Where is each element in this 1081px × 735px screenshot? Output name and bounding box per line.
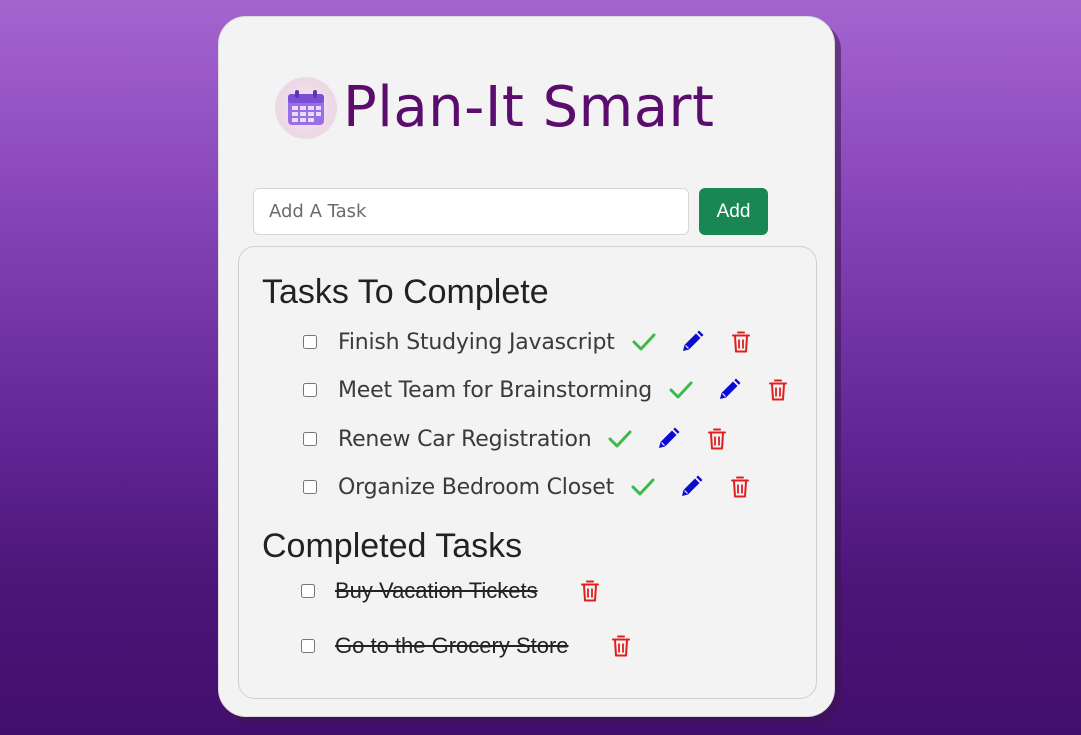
check-icon[interactable]	[632, 332, 656, 352]
completed-task-label: Buy Vacation Tickets	[335, 578, 538, 603]
todo-task-row: Renew Car Registration	[303, 424, 727, 454]
trash-icon[interactable]	[731, 476, 750, 498]
task-label: Renew Car Registration	[338, 426, 592, 452]
pencil-icon[interactable]	[680, 330, 704, 354]
task-label: Finish Studying Javascript	[338, 329, 615, 355]
todo-task-row: Organize Bedroom Closet	[303, 472, 750, 502]
trash-icon[interactable]	[731, 331, 750, 353]
check-icon[interactable]	[631, 477, 655, 497]
task-checkbox[interactable]	[303, 480, 317, 494]
add-task-row: Add	[253, 188, 768, 235]
task-checkbox[interactable]	[303, 335, 317, 349]
app-logo: Plan-It Smart	[275, 73, 715, 143]
trash-icon[interactable]	[769, 379, 787, 401]
completed-tasks-heading: Completed Tasks	[262, 527, 523, 565]
task-checkbox[interactable]	[303, 383, 317, 397]
task-label: Meet Team for Brainstorming	[338, 377, 652, 403]
completed-task-label: Go to the Grocery Store	[335, 633, 569, 658]
todo-task-row: Finish Studying Javascript	[303, 327, 750, 357]
pencil-icon[interactable]	[679, 475, 703, 499]
completed-task-row: Go to the Grocery Store	[301, 631, 630, 661]
add-task-input[interactable]	[253, 188, 689, 235]
completed-task-row: Buy Vacation Tickets	[301, 576, 599, 606]
task-checkbox[interactable]	[301, 584, 315, 598]
add-button[interactable]: Add	[699, 188, 768, 235]
app-card: Plan-It Smart Add Tasks To Complete Fini…	[218, 16, 835, 717]
app-title: Plan-It Smart	[343, 75, 715, 140]
calendar-icon	[275, 77, 337, 139]
task-checkbox[interactable]	[301, 639, 315, 653]
check-icon[interactable]	[669, 380, 693, 400]
task-panel: Tasks To Complete Finish Studying Javasc…	[238, 246, 817, 699]
pencil-icon[interactable]	[656, 427, 680, 451]
check-icon[interactable]	[608, 429, 632, 449]
trash-icon[interactable]	[708, 428, 727, 450]
trash-icon[interactable]	[580, 580, 599, 602]
todo-task-row: Meet Team for Brainstorming	[303, 375, 787, 405]
pencil-icon[interactable]	[717, 378, 741, 402]
task-label: Organize Bedroom Closet	[338, 474, 615, 500]
trash-icon[interactable]	[611, 635, 630, 657]
task-checkbox[interactable]	[303, 432, 317, 446]
tasks-to-complete-heading: Tasks To Complete	[262, 273, 549, 311]
